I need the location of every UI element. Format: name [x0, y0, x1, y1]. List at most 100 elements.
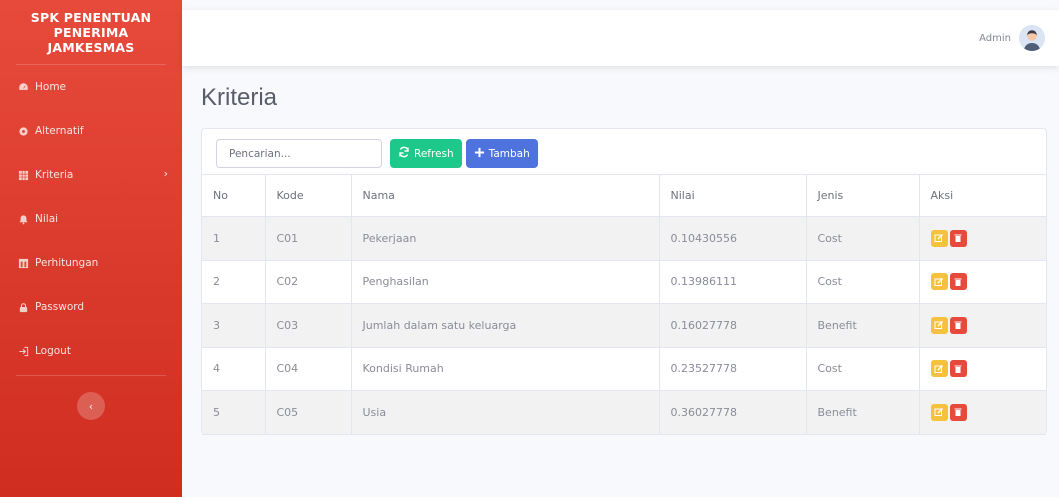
cell-aksi [919, 216, 1046, 261]
edit-button[interactable] [930, 229, 948, 247]
cell-aksi [919, 260, 1046, 304]
cell-nama: Pekerjaan [351, 216, 660, 261]
edit-icon [934, 234, 943, 243]
cell-nama: Usia [351, 390, 660, 435]
delete-button[interactable] [949, 316, 967, 334]
refresh-button[interactable]: Refresh [390, 139, 462, 168]
calculator-icon [17, 257, 29, 269]
sidebar-item-logout[interactable]: Logout [0, 329, 182, 373]
sidebar-brand[interactable]: SPK PENENTUAN PENERIMA JAMKESMAS [0, 0, 182, 64]
cell-nilai: 0.36027778 [659, 390, 807, 435]
cell-nama: Jumlah dalam satu keluarga [351, 303, 660, 348]
edit-button[interactable] [930, 273, 948, 291]
column-header[interactable]: Jenis [806, 174, 920, 217]
sidebar-item-label: Alternatif [35, 125, 84, 137]
cell-no: 5 [202, 390, 266, 435]
bell-icon [17, 213, 29, 225]
user-name: Admin [979, 32, 1011, 44]
sidebar-item-alternatif[interactable]: Alternatif [0, 109, 182, 153]
column-header[interactable]: Nilai [659, 174, 807, 217]
refresh-icon [398, 146, 410, 161]
sidebar-item-home[interactable]: Home [0, 65, 182, 109]
add-button[interactable]: Tambah [465, 139, 538, 168]
column-header[interactable]: Kode [265, 174, 352, 217]
page-title: Kriteria [201, 84, 278, 111]
table-row: 5 C05 Usia 0.36027778 Benefit [202, 390, 1046, 435]
trash-icon [954, 365, 962, 373]
cell-kode: C01 [265, 216, 352, 261]
trash-icon [954, 321, 962, 330]
search-input[interactable] [216, 139, 382, 168]
cell-jenis: Cost [806, 260, 920, 304]
edit-button[interactable] [930, 316, 948, 334]
sidebar-item-label: Password [35, 301, 85, 313]
sidebar-item-label: Kriteria [35, 169, 74, 181]
cell-jenis: Cost [806, 347, 920, 391]
table-icon [17, 169, 29, 181]
cell-nilai: 0.10430556 [659, 216, 807, 261]
sidebar-item-label: Perhitungan [35, 257, 99, 269]
edit-icon [934, 321, 943, 330]
cell-no: 4 [202, 347, 266, 391]
edit-button[interactable] [930, 360, 948, 378]
sidebar-item-label: Logout [35, 345, 71, 357]
cell-no: 3 [202, 303, 266, 348]
edit-icon [934, 277, 943, 286]
cell-kode: C05 [265, 390, 352, 435]
delete-button[interactable] [949, 229, 967, 247]
table-row: 4 C04 Kondisi Rumah 0.23527778 Cost [202, 347, 1046, 391]
cell-nilai: 0.23527778 [659, 347, 807, 391]
cell-nilai: 0.16027778 [659, 303, 807, 348]
column-header: Aksi [919, 174, 1046, 217]
cell-no: 1 [202, 216, 266, 261]
cell-aksi [919, 390, 1046, 435]
cell-aksi [919, 347, 1046, 391]
gear-icon [17, 125, 29, 137]
toolbar: Refresh Tambah [216, 139, 538, 168]
topbar: Admin [182, 10, 1059, 66]
cell-kode: C04 [265, 347, 352, 391]
table-row: 3 C03 Jumlah dalam satu keluarga 0.16027… [202, 303, 1046, 348]
user-menu[interactable]: Admin [979, 25, 1045, 51]
criteria-card: Refresh Tambah No Kode Nama Nilai Jenis … [201, 128, 1047, 435]
add-label: Tambah [488, 147, 530, 160]
edit-icon [934, 408, 943, 417]
sidebar: SPK PENENTUAN PENERIMA JAMKESMAS Home Al… [0, 0, 182, 497]
cell-nama: Penghasilan [351, 260, 660, 304]
cell-jenis: Benefit [806, 390, 920, 435]
sidebar-divider [16, 375, 166, 376]
edit-button[interactable] [930, 403, 948, 421]
cell-aksi [919, 303, 1046, 348]
sidebar-item-label: Nilai [35, 213, 59, 225]
sidebar-item-nilai[interactable]: Nilai [0, 197, 182, 241]
column-header[interactable]: No [202, 174, 266, 217]
cell-jenis: Cost [806, 216, 920, 261]
dashboard-icon [17, 81, 29, 93]
table-row: 2 C02 Penghasilan 0.13986111 Cost [202, 260, 1046, 304]
chevron-right-icon: › [163, 167, 168, 180]
cell-nilai: 0.13986111 [659, 260, 807, 304]
avatar[interactable] [1019, 25, 1045, 51]
sidebar-toggle-button[interactable]: ‹ [77, 392, 105, 420]
cell-no: 2 [202, 260, 266, 304]
cell-jenis: Benefit [806, 303, 920, 348]
plus-icon [474, 147, 485, 161]
sidebar-item-label: Home [35, 81, 67, 93]
delete-button[interactable] [949, 273, 967, 291]
column-header[interactable]: Nama [351, 174, 660, 217]
trash-icon [954, 278, 962, 286]
trash-icon [954, 234, 962, 243]
cell-kode: C02 [265, 260, 352, 304]
criteria-table: No Kode Nama Nilai Jenis Aksi 1 C01 Peke… [202, 174, 1046, 435]
sidebar-item-password[interactable]: Password [0, 285, 182, 329]
delete-button[interactable] [949, 403, 967, 421]
trash-icon [954, 408, 962, 417]
table-header-row: No Kode Nama Nilai Jenis Aksi [202, 174, 1046, 217]
delete-button[interactable] [949, 360, 967, 378]
chevron-left-icon: ‹ [88, 399, 94, 413]
cell-kode: C03 [265, 303, 352, 348]
sidebar-item-kriteria[interactable]: Kriteria › [0, 153, 182, 197]
sidebar-item-perhitungan[interactable]: Perhitungan [0, 241, 182, 285]
lock-icon [17, 301, 29, 313]
refresh-label: Refresh [414, 147, 454, 160]
